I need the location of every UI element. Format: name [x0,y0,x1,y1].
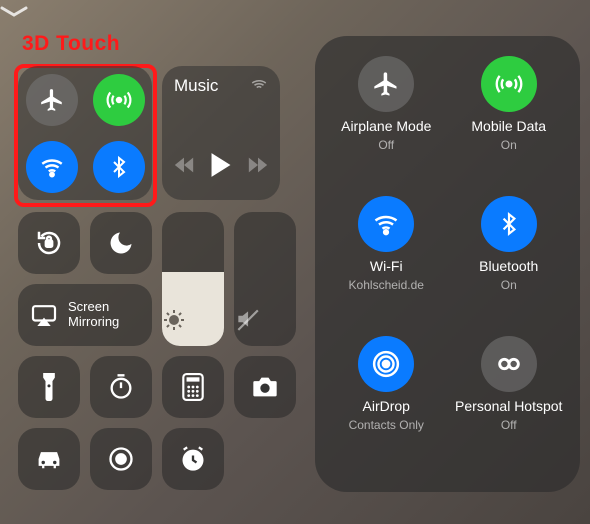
airdrop-item[interactable]: AirDrop Contacts Only [349,336,424,432]
mobile-data-label: Mobile Data [471,118,546,134]
previous-button[interactable] [173,156,195,174]
antenna-icon [106,87,132,113]
volume-slider[interactable] [234,212,296,346]
bluetooth-item[interactable]: Bluetooth On [479,196,538,292]
brightness-icon [162,308,186,332]
play-button[interactable] [209,152,233,178]
mute-icon [234,306,260,332]
wifi-item[interactable]: Wi-Fi Kohlscheid.de [349,196,424,292]
carplay-button[interactable] [18,428,80,490]
bluetooth-icon [496,211,522,237]
timer-button[interactable] [90,356,152,418]
airdrop-circle[interactable] [358,336,414,392]
screen-record-button[interactable] [90,428,152,490]
timer-icon [107,373,135,401]
wifi-label: Wi-Fi [370,258,403,274]
calculator-button[interactable] [162,356,224,418]
play-icon [209,152,233,178]
connectivity-expanded-panel: Airplane Mode Off Mobile Data On Wi-Fi K… [315,36,580,492]
airplane-label: Airplane Mode [341,118,431,134]
connectivity-card[interactable] [18,66,152,200]
hotspot-status: Off [501,418,517,432]
hotspot-item[interactable]: Personal Hotspot Off [455,336,562,432]
mobile-data-circle[interactable] [481,56,537,112]
mobile-data-item[interactable]: Mobile Data On [471,56,546,152]
car-icon [34,448,64,470]
music-card[interactable]: Music [162,66,280,200]
mobile-data-toggle[interactable] [93,74,145,126]
screen-mirroring-button[interactable]: ScreenMirroring [18,284,152,346]
hotspot-icon [495,350,523,378]
previous-icon [173,156,195,174]
bluetooth-icon [107,155,131,179]
airplane-status: Off [378,138,394,152]
bluetooth-status: On [501,278,517,292]
bluetooth-label: Bluetooth [479,258,538,274]
camera-icon [251,376,279,398]
airdrop-label: AirDrop [363,398,410,414]
mobile-data-status: On [501,138,517,152]
airplane-mode-item[interactable]: Airplane Mode Off [341,56,431,152]
wifi-toggle[interactable] [26,141,78,193]
hotspot-label: Personal Hotspot [455,398,562,414]
airdrop-status: Contacts Only [349,418,424,432]
camera-button[interactable] [234,356,296,418]
flashlight-button[interactable] [18,356,80,418]
chevron-down-icon[interactable] [0,0,291,18]
wifi-circle[interactable] [358,196,414,252]
airplane-mode-circle[interactable] [358,56,414,112]
annotation-title: 3D Touch [22,32,120,56]
do-not-disturb-icon [107,229,135,257]
alarm-icon [179,445,207,473]
rotation-lock-icon [34,228,64,258]
next-button[interactable] [247,156,269,174]
rotation-lock-button[interactable] [18,212,80,274]
antenna-icon [495,70,523,98]
bluetooth-circle[interactable] [481,196,537,252]
next-icon [247,156,269,174]
do-not-disturb-button[interactable] [90,212,152,274]
airdrop-icon [371,349,401,379]
airplane-toggle[interactable] [26,74,78,126]
airplay-indicator-icon [250,76,268,90]
calculator-icon [182,373,204,401]
brightness-slider[interactable] [162,212,224,346]
screen-mirroring-label: ScreenMirroring [68,300,119,330]
wifi-icon [39,154,65,180]
bluetooth-toggle[interactable] [93,141,145,193]
airplane-icon [372,70,400,98]
screen-record-icon [107,445,135,473]
alarm-button[interactable] [162,428,224,490]
wifi-icon [372,210,400,238]
flashlight-icon [40,373,58,401]
wifi-status: Kohlscheid.de [349,278,424,292]
airplay-icon [30,304,58,326]
hotspot-circle[interactable] [481,336,537,392]
airplane-icon [39,87,65,113]
